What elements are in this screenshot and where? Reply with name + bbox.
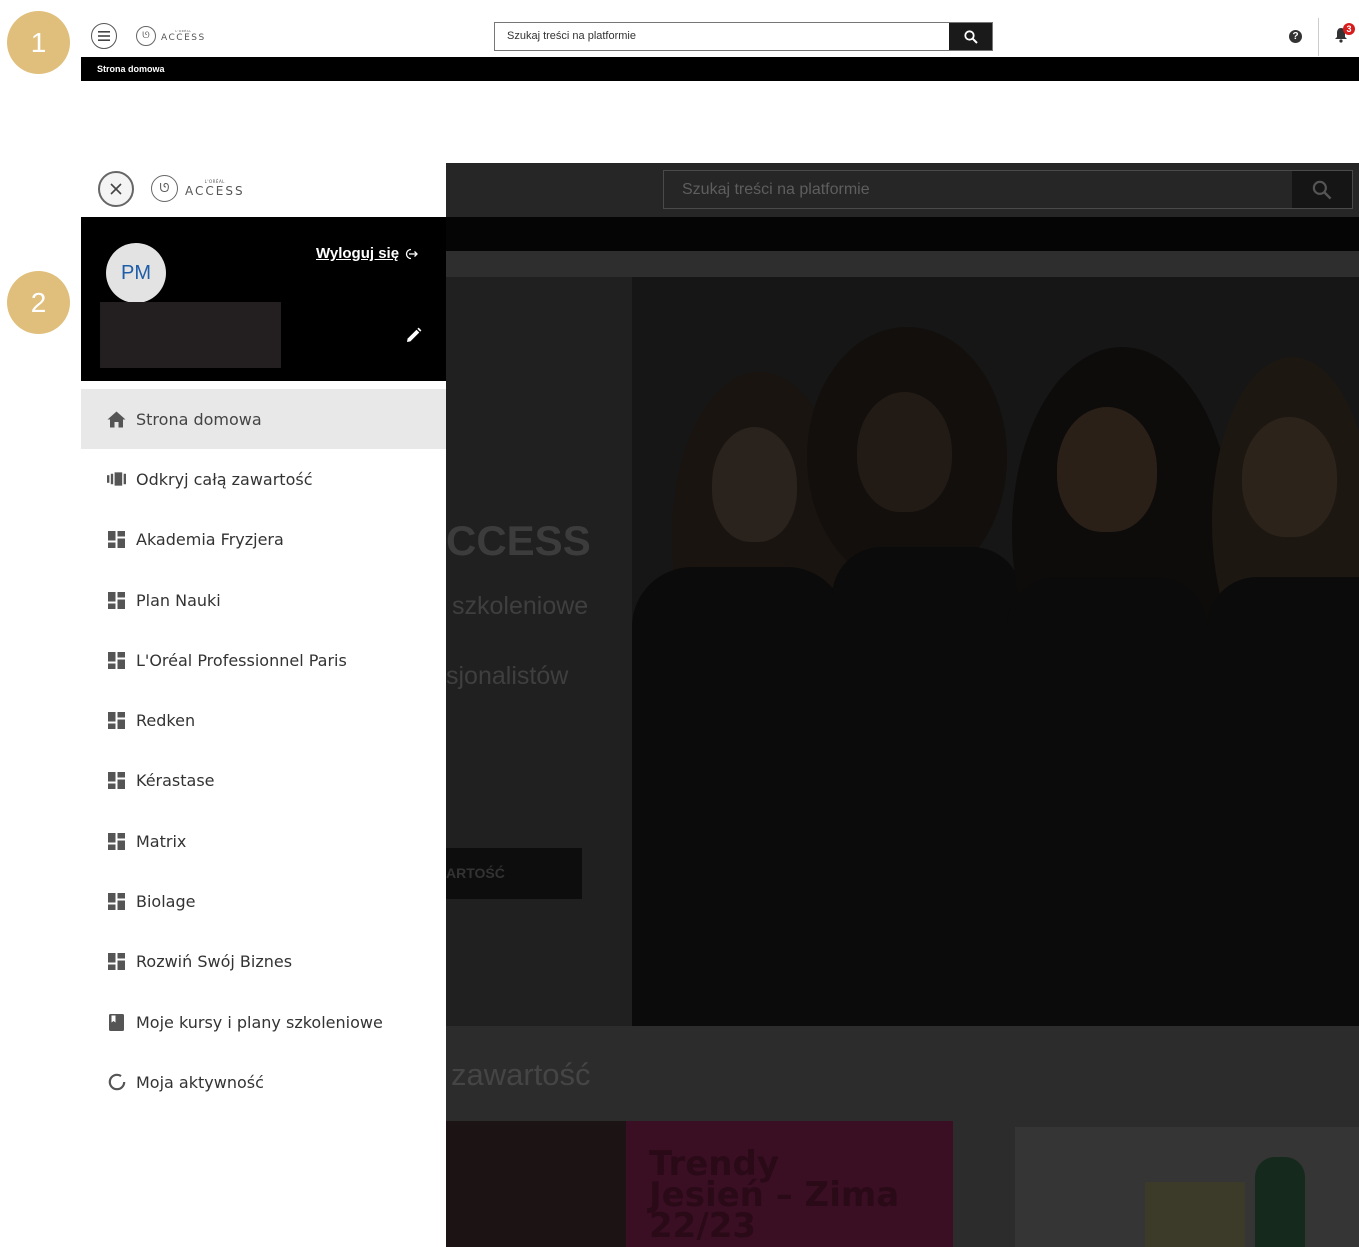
breadcrumb: Strona domowa [81,57,1359,81]
close-menu-button[interactable] [98,171,134,207]
sidebar-item-matrix[interactable]: Matrix [81,811,446,871]
dashboard-icon [107,832,126,851]
access-logo[interactable]: ᘎ L'ORÉAL ACCESS [136,26,206,46]
notification-count-badge: 3 [1343,23,1355,35]
hero-subtitle-line1: szkoleniowe [452,592,589,620]
home-icon [107,410,126,429]
sidebar-item-label: Akademia Fryzjera [136,530,284,550]
logo-text: ACCESS [161,32,206,43]
sidebar-item-kerastase[interactable]: Kérastase [81,751,446,811]
header-divider [1318,18,1319,56]
step-badge-1: 1 [7,11,70,74]
sidebar-item-label: Matrix [136,831,187,851]
sidebar-item-moje-kursy-i-plany-szkoleniowe[interactable]: Moje kursy i plany szkoleniowe [81,992,446,1052]
dashboard-icon [107,711,126,730]
redacted-user-name [100,302,281,368]
sidebar-item-akademia-fryzjera[interactable]: Akademia Fryzjera [81,510,446,570]
search-icon [1312,180,1332,199]
hamburger-menu-button[interactable] [91,23,117,49]
sidebar-item-strona-domowa[interactable]: Strona domowa [81,389,446,450]
sidebar-item-plan-nauki[interactable]: Plan Nauki [81,570,446,630]
logo-mark-icon: ᘎ [136,26,156,46]
bg-search-bar: Szukaj treści na platformie [663,170,1353,209]
hero-cta-button: ARTOŚĆ [446,848,582,899]
card-title: Trendy Jesień – Zima 22/23 [649,1144,900,1246]
bg-header: Szukaj treści na platformie [446,163,1359,217]
search-button[interactable] [949,23,992,50]
side-menu-screenshot: Szukaj treści na platformie CCESS szkole… [81,163,1359,1247]
hero-title: CCESS [446,517,591,564]
avatar[interactable]: PM [106,243,166,303]
sidebar-item-label: L'Oréal Professionnel Paris [136,650,347,670]
side-menu-nav: Strona domowa Odkryj całą zawartość Akadem… [81,389,446,1113]
bg-search-button [1292,171,1352,208]
logo-mark-icon: ᘎ [151,175,178,202]
access-logo[interactable]: ᘎ L'ORÉAL ACCESS [151,175,245,202]
dashboard-icon [107,530,126,549]
header-screenshot: ᘎ L'ORÉAL ACCESS Szukaj treści na platfo… [81,10,1359,81]
dashboard-icon [107,771,126,790]
sidebar-item-l-oreal-professionnel-paris[interactable]: L'Oréal Professionnel Paris [81,630,446,690]
sidebar-item-rozwin-swoj-biznes[interactable]: Rozwiń Swój Biznes [81,932,446,992]
sidebar-item-label: Biolage [136,892,196,912]
sidebar-item-moja-aktywnosc[interactable]: Moja aktywność [81,1052,446,1112]
dimmed-background-page[interactable]: Szukaj treści na platformie CCESS szkole… [446,163,1359,1247]
sidebar-item-odkryj-ca-a-zawartosc[interactable]: Odkryj całą zawartość [81,449,446,509]
breadcrumb-item-home[interactable]: Strona domowa [97,64,165,74]
logout-icon [405,248,418,259]
book-icon [107,1013,126,1032]
sidebar-item-label: Kérastase [136,771,215,791]
search-input[interactable]: Szukaj treści na platformie [495,23,949,50]
dashboard-icon [107,952,126,971]
sidebar-item-label: Moje kursy i plany szkoleniowe [136,1012,383,1032]
dashboard-icon [107,892,126,911]
logout-link[interactable]: Wyloguj się [316,245,419,262]
close-icon [110,183,122,195]
bg-search-input: Szukaj treści na platformie [682,181,870,198]
hero-models-image [632,277,1359,1026]
library-icon [107,470,126,489]
content-card-trends: Trendy Jesień – Zima 22/23 [446,1121,953,1247]
sidebar-item-label: Moja aktywność [136,1072,264,1092]
logo-text: ACCESS [185,184,245,198]
profile-panel: PM Wyloguj się [81,217,446,381]
edit-profile-icon[interactable] [405,327,422,344]
product-bottle-image [1255,1157,1305,1247]
sidebar-item-label: Redken [136,711,196,731]
sidebar-item-label: Strona domowa [136,409,262,429]
dashboard-icon [107,651,126,670]
bg-breadcrumb-bar [446,217,1359,251]
hero-banner: CCESS szkoleniowe sjonalistów ARTOŚĆ [446,277,1359,1026]
hamburger-icon [98,31,110,41]
activity-icon [107,1073,126,1092]
step-badge-2: 2 [7,271,70,334]
search-bar: Szukaj treści na platformie [494,22,993,51]
hero-subtitle-line2: sjonalistów [446,662,569,690]
search-icon [963,29,978,44]
logout-label: Wyloguj się [316,245,400,262]
section-title: zawartość [451,1057,591,1092]
dashboard-icon [107,591,126,610]
sidebar-item-label: Plan Nauki [136,590,221,610]
help-icon[interactable]: ? [1289,30,1302,43]
sidebar-item-label: Rozwiń Swój Biznes [136,952,293,972]
sidebar-item-label: Odkryj całą zawartość [136,469,313,489]
sidebar-item-redken[interactable]: Redken [81,690,446,750]
content-card-product [1015,1127,1359,1247]
side-menu: ᘎ L'ORÉAL ACCESS PM Wyloguj się Strona d… [81,163,446,1247]
sidebar-item-biolage[interactable]: Biolage [81,871,446,931]
card-curls-image [446,1121,626,1247]
